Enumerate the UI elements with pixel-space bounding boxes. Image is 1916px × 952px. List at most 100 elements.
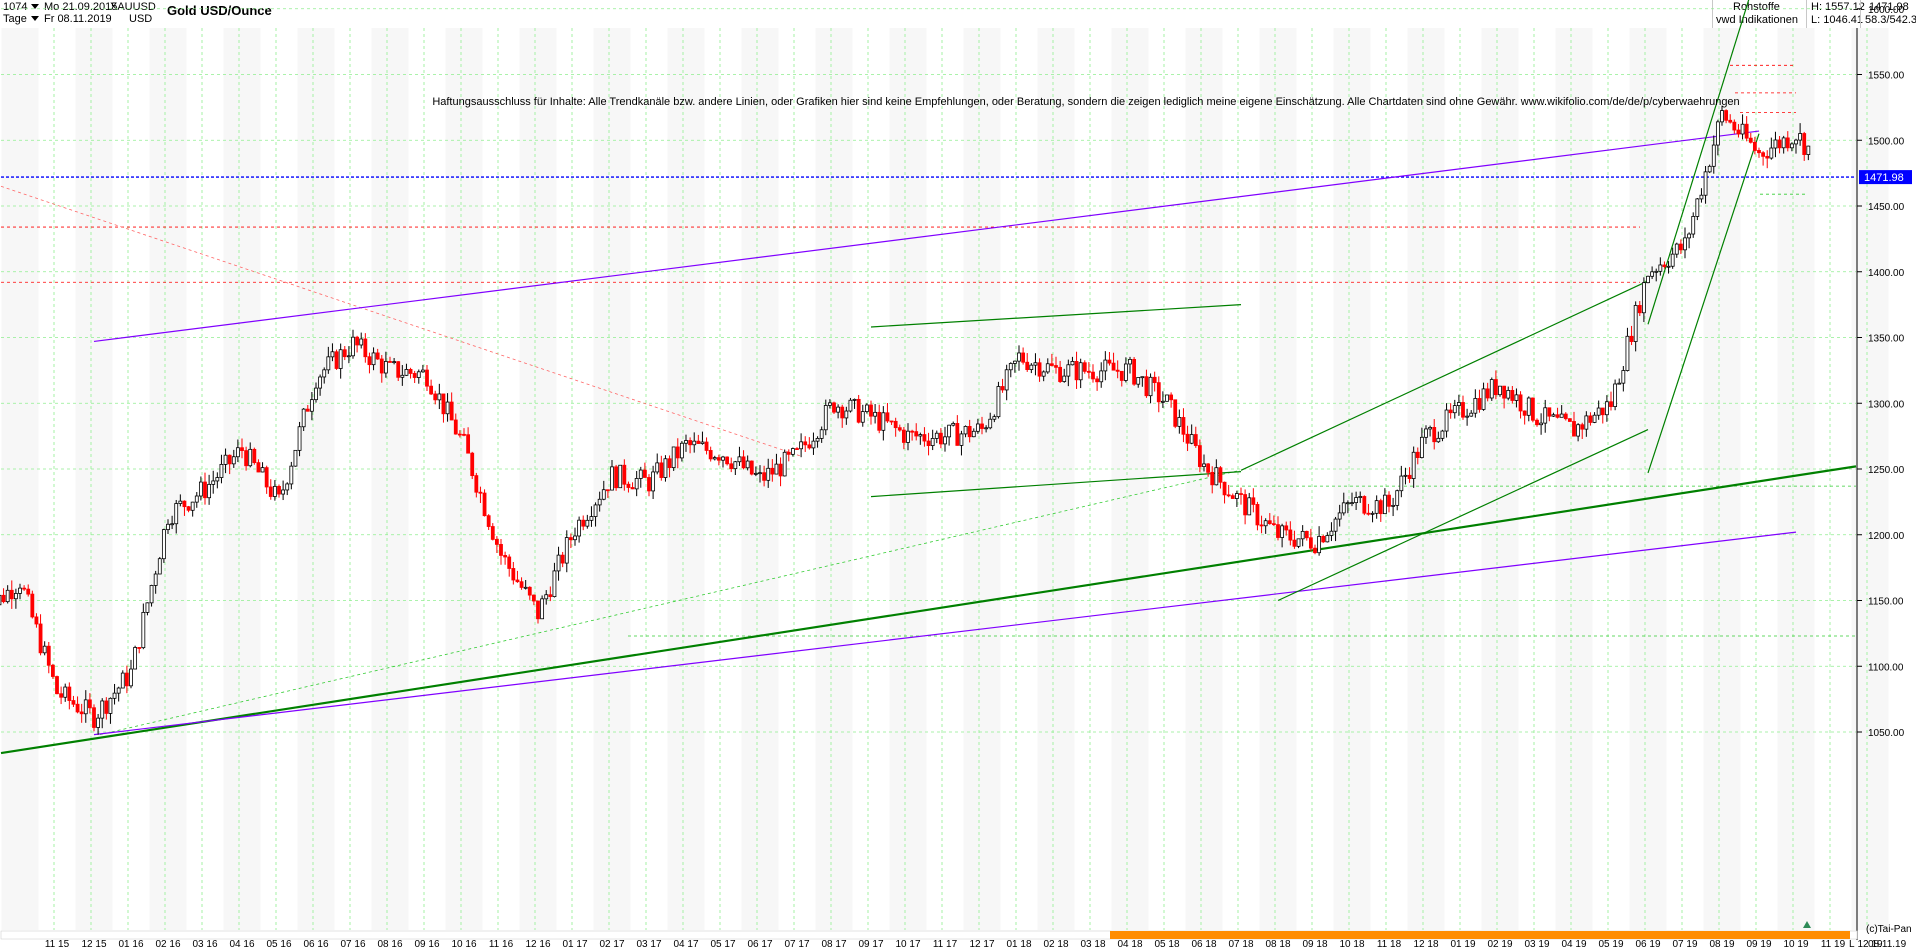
candle [540,595,545,620]
x-tick-label: 08 17 [821,939,846,950]
x-tick-label: 08 18 [1265,939,1290,950]
price-chart[interactable]: 1050.00 1100.00 1150.00 1200.00 1250.00 1300.… [0,0,1916,952]
x-tick-label: 04 17 [673,939,698,950]
month-shade [889,28,927,930]
y-tick-label: 1200.00 [1868,531,1905,542]
x-tick-label: 09 17 [858,939,883,950]
y-tick-label: 1300.00 [1868,399,1905,410]
candle [832,401,836,415]
candle [30,590,35,619]
x-tick-label: 01 17 [562,939,587,950]
x-tick-label: 05 17 [710,939,735,950]
x-tick-label: 10 19 [1783,939,1808,950]
month-shade [1703,28,1741,930]
x-tick-label: 12 18 [1413,939,1438,950]
x-tick-label: 08 16 [377,939,402,950]
candle [1613,379,1618,411]
candle [749,460,754,476]
month-shade [519,28,557,930]
month-shade [963,28,1001,930]
month-shade [1037,28,1075,930]
candle [725,456,730,466]
month-shade [149,28,187,930]
x-axis: 11 15 12 15 01 16 02 16 03 16 04 16 05 16 06 16… [45,939,1883,950]
candle [618,464,623,489]
candle [1362,495,1367,516]
month-shade [1333,28,1371,930]
candle [252,447,257,465]
candle [1695,197,1700,221]
x-tick-label: 07 19 [1672,939,1697,950]
candle [1567,418,1572,422]
x-tick-label: 01 18 [1006,939,1031,950]
x-tick-label: 04 19 [1561,939,1586,950]
x-tick-label: 10 17 [895,939,920,950]
candle [1132,357,1137,386]
x-tick-label: 07 16 [340,939,365,950]
candle [55,675,59,695]
y-tick-label: 1350.00 [1868,334,1905,345]
x-tick-label: 11 18 [1377,939,1402,950]
x-tick-label: 02 16 [155,939,180,950]
candle [663,455,668,482]
month-shade [815,28,853,930]
candle [671,446,676,471]
x-tick-label: 01 19 [1450,939,1475,950]
candle [92,704,96,732]
y-tick-label: 1600.00 [1868,5,1905,16]
y-tick-label: 1250.00 [1868,465,1905,476]
month-shade [1777,28,1815,930]
x-tick-label: 11 15 [45,939,70,950]
end-date-label: 08.11.19 [1868,939,1907,950]
x-tick-label: 03 19 [1524,939,1549,950]
candle [1296,538,1301,549]
candle [848,397,853,413]
time-strip-highlight [1110,931,1850,939]
candle [1173,399,1178,429]
month-shade [371,28,409,930]
x-tick-label: 03 16 [192,939,217,950]
x-tick-label: 07 17 [784,939,809,950]
month-shade [1,28,39,930]
x-tick-label: 03 18 [1080,939,1105,950]
month-shade [1555,28,1593,930]
x-tick-label: 04 16 [229,939,254,950]
x-tick-label: 03 17 [636,939,661,950]
x-tick-label: 02 18 [1043,939,1068,950]
month-shade [75,28,113,930]
x-tick-label: 12 17 [969,939,994,950]
candle [614,464,619,491]
candle [133,645,138,670]
x-tick-label: 06 18 [1191,939,1216,950]
y-tick-label: 1550.00 [1868,71,1905,82]
x-tick-label: 08 19 [1709,939,1734,950]
month-shade [297,28,335,930]
candle [996,381,1001,419]
chart-window: 1074 Tage Mo 21.09.2015 Fr 08.11.2019 XA… [0,0,1916,952]
x-tick-label: 12 15 [81,939,106,950]
candle [1530,397,1535,423]
candle [482,489,487,517]
x-tick-label: 05 19 [1598,939,1623,950]
x-tick-label: 11 17 [933,939,958,950]
candle [1165,394,1169,402]
x-tick-label: 09 16 [414,939,439,950]
candle [334,349,339,370]
x-tick-label: 05 18 [1154,939,1179,950]
candle [782,449,787,477]
x-tick-label: 02 17 [599,939,624,950]
x-tick-label: 02 19 [1487,939,1512,950]
copyright-label: (c)Tai-Pan [1866,924,1912,935]
disclaimer-text: Haftungsausschluss für Inhalte: Alle Tre… [432,96,1739,108]
x-tick-label: 10 16 [451,939,476,950]
axis-unit-label: L [1849,939,1855,950]
candle [1646,275,1650,284]
x-tick-label: 11 19 [1821,939,1846,950]
x-tick-label: 12 16 [525,939,550,950]
x-tick-label: 06 16 [303,939,328,950]
month-shade [223,28,261,930]
x-tick-label: 09 19 [1746,939,1771,950]
y-tick-label: 1100.00 [1868,662,1904,673]
candle [293,449,298,467]
candle [1489,377,1494,401]
